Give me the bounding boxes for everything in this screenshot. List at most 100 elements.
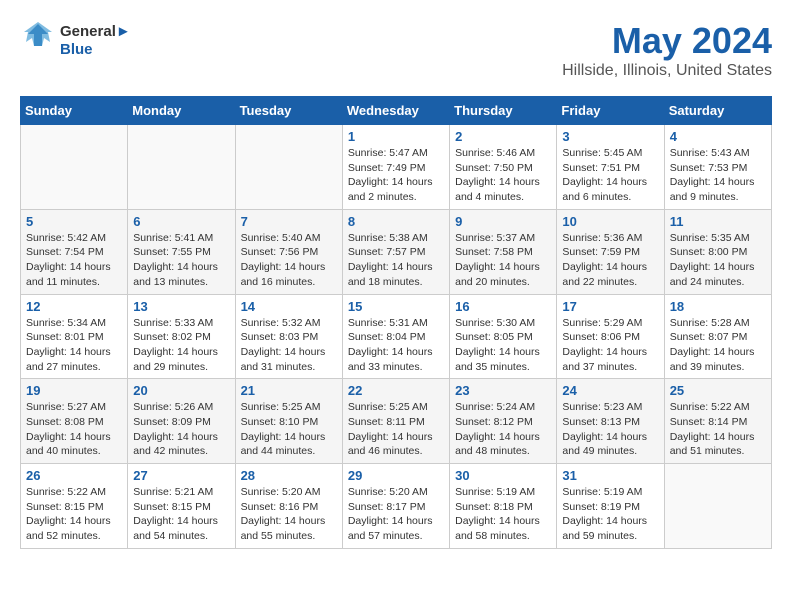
day-number: 27 bbox=[133, 468, 229, 483]
day-number: 6 bbox=[133, 214, 229, 229]
day-info: Sunrise: 5:28 AMSunset: 8:07 PMDaylight:… bbox=[670, 316, 766, 375]
table-row: 31 Sunrise: 5:19 AMSunset: 8:19 PMDayligh… bbox=[557, 464, 664, 549]
calendar-week-row: 5Sunrise: 5:42 AMSunset: 7:54 PMDaylight… bbox=[21, 209, 772, 294]
table-row: 22 Sunrise: 5:25 AMSunset: 8:11 PMDayligh… bbox=[342, 379, 449, 464]
day-info: Sunrise: 5:19 AMSunset: 8:18 PMDaylight:… bbox=[455, 485, 551, 544]
day-info: Sunrise: 5:27 AMSunset: 8:08 PMDaylight:… bbox=[26, 400, 122, 459]
day-number: 24 bbox=[562, 383, 658, 398]
logo-bird-icon bbox=[20, 20, 56, 56]
day-number: 17 bbox=[562, 299, 658, 314]
day-number: 8 bbox=[348, 214, 444, 229]
table-row: 17 Sunrise: 5:29 AMSunset: 8:06 PMDayligh… bbox=[557, 294, 664, 379]
day-number: 11 bbox=[670, 214, 766, 229]
day-info: Sunrise: 5:19 AMSunset: 8:19 PMDaylight:… bbox=[562, 485, 658, 544]
table-row: 23 Sunrise: 5:24 AMSunset: 8:12 PMDayligh… bbox=[450, 379, 557, 464]
day-info: Sunrise: 5:21 AMSunset: 8:15 PMDaylight:… bbox=[133, 485, 229, 544]
day-number: 31 bbox=[562, 468, 658, 483]
table-row: 6Sunrise: 5:41 AMSunset: 7:55 PMDaylight… bbox=[128, 209, 235, 294]
table-row: 15 Sunrise: 5:31 AMSunset: 8:04 PMDayligh… bbox=[342, 294, 449, 379]
table-row: 8 Sunrise: 5:38 AMSunset: 7:57 PMDaylight… bbox=[342, 209, 449, 294]
day-info: Sunrise: 5:20 AMSunset: 8:16 PMDaylight:… bbox=[241, 485, 337, 544]
day-number: 15 bbox=[348, 299, 444, 314]
day-number: 9 bbox=[455, 214, 551, 229]
day-number: 4 bbox=[670, 129, 766, 144]
table-row: 19Sunrise: 5:27 AMSunset: 8:08 PMDayligh… bbox=[21, 379, 128, 464]
day-number: 22 bbox=[348, 383, 444, 398]
day-info: Sunrise: 5:30 AMSunset: 8:05 PMDaylight:… bbox=[455, 316, 551, 375]
header-monday: Monday bbox=[128, 97, 235, 125]
day-info: Sunrise: 5:24 AMSunset: 8:12 PMDaylight:… bbox=[455, 400, 551, 459]
table-row: 2 Sunrise: 5:46 AMSunset: 7:50 PMDaylight… bbox=[450, 125, 557, 210]
day-number: 12 bbox=[26, 299, 122, 314]
calendar-location: Hillside, Illinois, United States bbox=[562, 62, 772, 80]
day-number: 16 bbox=[455, 299, 551, 314]
header-wednesday: Wednesday bbox=[342, 97, 449, 125]
table-row: 13Sunrise: 5:33 AMSunset: 8:02 PMDayligh… bbox=[128, 294, 235, 379]
day-number: 13 bbox=[133, 299, 229, 314]
day-info: Sunrise: 5:29 AMSunset: 8:06 PMDaylight:… bbox=[562, 316, 658, 375]
day-info: Sunrise: 5:32 AMSunset: 8:03 PMDaylight:… bbox=[241, 316, 337, 375]
day-number: 2 bbox=[455, 129, 551, 144]
day-number: 1 bbox=[348, 129, 444, 144]
calendar-title-block: May 2024 Hillside, Illinois, United Stat… bbox=[562, 20, 772, 80]
table-row: 28 Sunrise: 5:20 AMSunset: 8:16 PMDayligh… bbox=[235, 464, 342, 549]
table-row: 30Sunrise: 5:19 AMSunset: 8:18 PMDayligh… bbox=[450, 464, 557, 549]
table-row: 3 Sunrise: 5:45 AMSunset: 7:51 PMDaylight… bbox=[557, 125, 664, 210]
day-info: Sunrise: 5:40 AMSunset: 7:56 PMDaylight:… bbox=[241, 231, 337, 290]
table-row bbox=[235, 125, 342, 210]
table-row: 29 Sunrise: 5:20 AMSunset: 8:17 PMDayligh… bbox=[342, 464, 449, 549]
logo: General► Blue bbox=[20, 20, 131, 61]
day-number: 20 bbox=[133, 383, 229, 398]
table-row bbox=[128, 125, 235, 210]
table-row: 1 Sunrise: 5:47 AMSunset: 7:49 PMDaylight… bbox=[342, 125, 449, 210]
day-number: 5 bbox=[26, 214, 122, 229]
day-number: 10 bbox=[562, 214, 658, 229]
day-number: 25 bbox=[670, 383, 766, 398]
table-row: 21Sunrise: 5:25 AMSunset: 8:10 PMDayligh… bbox=[235, 379, 342, 464]
day-number: 21 bbox=[241, 383, 337, 398]
table-row: 11 Sunrise: 5:35 AMSunset: 8:00 PMDayligh… bbox=[664, 209, 771, 294]
calendar-week-row: 1 Sunrise: 5:47 AMSunset: 7:49 PMDaylight… bbox=[21, 125, 772, 210]
day-info: Sunrise: 5:22 AMSunset: 8:14 PMDaylight:… bbox=[670, 400, 766, 459]
calendar-week-row: 19Sunrise: 5:27 AMSunset: 8:08 PMDayligh… bbox=[21, 379, 772, 464]
day-info: Sunrise: 5:34 AMSunset: 8:01 PMDaylight:… bbox=[26, 316, 122, 375]
day-number: 18 bbox=[670, 299, 766, 314]
calendar-month-year: May 2024 bbox=[562, 20, 772, 62]
day-number: 23 bbox=[455, 383, 551, 398]
day-info: Sunrise: 5:45 AMSunset: 7:51 PMDaylight:… bbox=[562, 146, 658, 205]
table-row: 9Sunrise: 5:37 AMSunset: 7:58 PMDaylight… bbox=[450, 209, 557, 294]
day-info: Sunrise: 5:38 AMSunset: 7:57 PMDaylight:… bbox=[348, 231, 444, 290]
table-row: 16 Sunrise: 5:30 AMSunset: 8:05 PMDayligh… bbox=[450, 294, 557, 379]
day-number: 29 bbox=[348, 468, 444, 483]
day-number: 28 bbox=[241, 468, 337, 483]
day-info: Sunrise: 5:25 AMSunset: 8:11 PMDaylight:… bbox=[348, 400, 444, 459]
table-row: 4 Sunrise: 5:43 AMSunset: 7:53 PMDaylight… bbox=[664, 125, 771, 210]
day-info: Sunrise: 5:47 AMSunset: 7:49 PMDaylight:… bbox=[348, 146, 444, 205]
day-info: Sunrise: 5:46 AMSunset: 7:50 PMDaylight:… bbox=[455, 146, 551, 205]
day-info: Sunrise: 5:31 AMSunset: 8:04 PMDaylight:… bbox=[348, 316, 444, 375]
day-info: Sunrise: 5:43 AMSunset: 7:53 PMDaylight:… bbox=[670, 146, 766, 205]
table-row: 7Sunrise: 5:40 AMSunset: 7:56 PMDaylight… bbox=[235, 209, 342, 294]
calendar-header-row: Sunday Monday Tuesday Wednesday Thursday… bbox=[21, 97, 772, 125]
table-row: 26Sunrise: 5:22 AMSunset: 8:15 PMDayligh… bbox=[21, 464, 128, 549]
table-row: 5Sunrise: 5:42 AMSunset: 7:54 PMDaylight… bbox=[21, 209, 128, 294]
table-row: 10 Sunrise: 5:36 AMSunset: 7:59 PMDayligh… bbox=[557, 209, 664, 294]
table-row: 14Sunrise: 5:32 AMSunset: 8:03 PMDayligh… bbox=[235, 294, 342, 379]
header-tuesday: Tuesday bbox=[235, 97, 342, 125]
table-row: 18 Sunrise: 5:28 AMSunset: 8:07 PMDayligh… bbox=[664, 294, 771, 379]
day-info: Sunrise: 5:36 AMSunset: 7:59 PMDaylight:… bbox=[562, 231, 658, 290]
calendar-week-row: 12 Sunrise: 5:34 AMSunset: 8:01 PMDayligh… bbox=[21, 294, 772, 379]
day-info: Sunrise: 5:23 AMSunset: 8:13 PMDaylight:… bbox=[562, 400, 658, 459]
day-info: Sunrise: 5:20 AMSunset: 8:17 PMDaylight:… bbox=[348, 485, 444, 544]
table-row: 12 Sunrise: 5:34 AMSunset: 8:01 PMDayligh… bbox=[21, 294, 128, 379]
day-info: Sunrise: 5:35 AMSunset: 8:00 PMDaylight:… bbox=[670, 231, 766, 290]
day-info: Sunrise: 5:26 AMSunset: 8:09 PMDaylight:… bbox=[133, 400, 229, 459]
table-row: 27 Sunrise: 5:21 AMSunset: 8:15 PMDayligh… bbox=[128, 464, 235, 549]
header-friday: Friday bbox=[557, 97, 664, 125]
header-saturday: Saturday bbox=[664, 97, 771, 125]
day-number: 3 bbox=[562, 129, 658, 144]
table-row bbox=[21, 125, 128, 210]
header-thursday: Thursday bbox=[450, 97, 557, 125]
day-info: Sunrise: 5:22 AMSunset: 8:15 PMDaylight:… bbox=[26, 485, 122, 544]
header-sunday: Sunday bbox=[21, 97, 128, 125]
